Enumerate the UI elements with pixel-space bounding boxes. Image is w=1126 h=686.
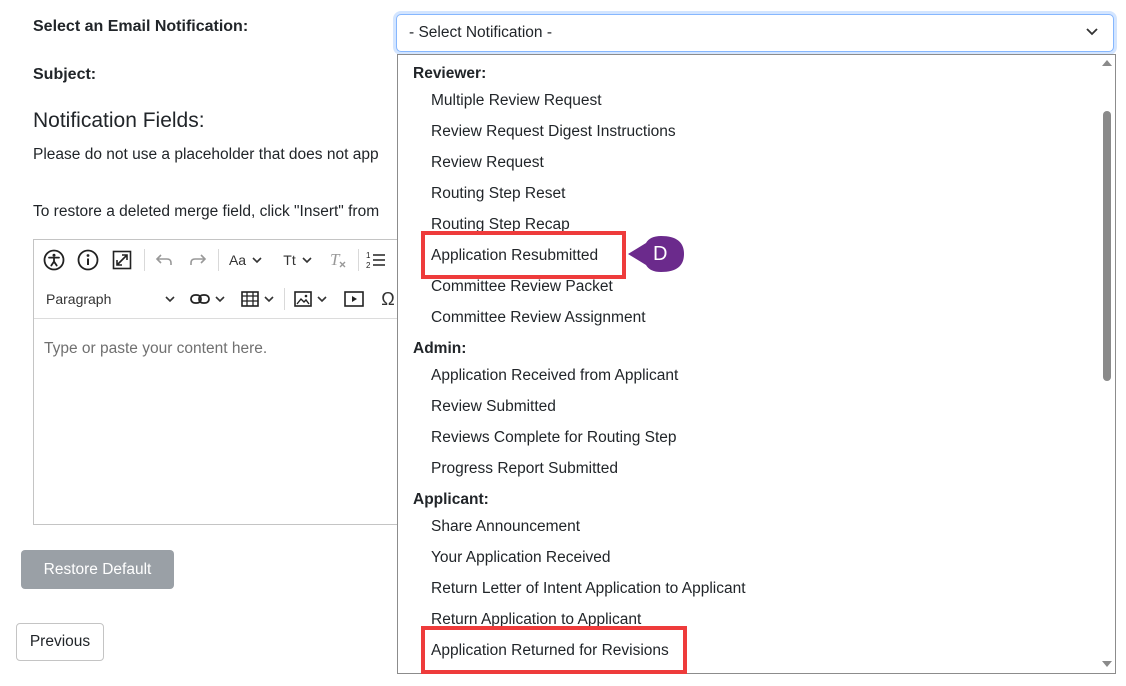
restore-note: To restore a deleted merge field, click … [33, 203, 380, 220]
option-reviews-complete-for-routing-step[interactable]: Reviews Complete for Routing Step [431, 429, 677, 447]
notification-select[interactable]: - Select Notification - [396, 14, 1114, 52]
highlight-application-returned-for-revisions [421, 626, 687, 674]
svg-text:1: 1 [366, 251, 371, 260]
numbered-list-icon[interactable]: 12 [364, 248, 388, 272]
select-value: - Select Notification - [409, 24, 552, 41]
subject-label: Subject: [33, 66, 97, 83]
undo-icon[interactable] [152, 248, 176, 272]
select-notification-label: Select an Email Notification: [33, 18, 249, 35]
option-multiple-review-request[interactable]: Multiple Review Request [431, 92, 602, 110]
option-return-letter-of-intent-application[interactable]: Return Letter of Intent Application to A… [431, 580, 746, 598]
notification-fields-title: Notification Fields: [33, 109, 205, 132]
chevron-down-icon [165, 296, 175, 303]
accessibility-icon[interactable] [42, 248, 66, 272]
optgroup-reviewer: Reviewer: [413, 65, 487, 82]
highlight-application-resubmitted [421, 231, 626, 279]
option-review-request[interactable]: Review Request [431, 154, 544, 172]
option-committee-review-packet[interactable]: Committee Review Packet [431, 278, 613, 296]
rich-text-editor: Aa Tt T 12 Paragraph Ω Type or paste you… [33, 239, 415, 525]
previous-button[interactable]: Previous [16, 623, 104, 661]
notification-dropdown-list[interactable]: Reviewer: Multiple Review Request Review… [397, 54, 1116, 674]
table-dropdown[interactable] [238, 287, 278, 311]
chevron-down-icon [1086, 28, 1098, 36]
option-review-request-digest-instructions[interactable]: Review Request Digest Instructions [431, 123, 676, 141]
info-icon[interactable] [76, 248, 100, 272]
fullscreen-icon[interactable] [110, 248, 134, 272]
table-icon [241, 291, 259, 307]
callout-marker: D [626, 235, 686, 273]
paragraph-style-label: Paragraph [46, 291, 112, 307]
dropdown-scrollbar[interactable] [1098, 55, 1115, 673]
redo-icon[interactable] [186, 248, 210, 272]
image-dropdown[interactable] [290, 287, 332, 311]
image-icon [294, 291, 312, 307]
chevron-down-icon [252, 257, 262, 264]
restore-default-button[interactable]: Restore Default [21, 550, 174, 589]
chevron-down-icon [264, 296, 274, 303]
svg-text:T: T [330, 250, 341, 269]
scroll-up-arrow-icon[interactable] [1101, 58, 1113, 67]
editor-toolbar: Aa Tt T 12 Paragraph Ω [34, 240, 414, 319]
text-transform-dropdown[interactable]: Tt [278, 248, 318, 272]
callout-letter: D [653, 243, 668, 265]
option-application-received-from-applicant[interactable]: Application Received from Applicant [431, 367, 678, 385]
chevron-down-icon [302, 257, 312, 264]
scroll-down-arrow-icon[interactable] [1101, 660, 1113, 669]
option-committee-review-assignment[interactable]: Committee Review Assignment [431, 309, 646, 327]
option-progress-report-submitted[interactable]: Progress Report Submitted [431, 460, 618, 478]
option-routing-step-reset[interactable]: Routing Step Reset [431, 185, 565, 203]
option-share-announcement[interactable]: Share Announcement [431, 518, 580, 536]
optgroup-admin: Admin: [413, 340, 467, 357]
editor-placeholder[interactable]: Type or paste your content here. [44, 340, 267, 358]
font-size-label: Aa [228, 252, 247, 268]
font-size-dropdown[interactable]: Aa [226, 248, 266, 272]
remove-format-icon[interactable]: T [326, 248, 350, 272]
svg-text:2: 2 [366, 261, 371, 270]
chevron-down-icon [317, 296, 327, 303]
link-icon [190, 294, 210, 304]
paragraph-style-dropdown[interactable]: Paragraph [46, 288, 176, 310]
placeholder-note: Please do not use a placeholder that doe… [33, 146, 379, 163]
text-transform-label: Tt [283, 252, 296, 268]
option-review-submitted[interactable]: Review Submitted [431, 398, 556, 416]
link-dropdown[interactable] [188, 287, 228, 311]
optgroup-applicant: Applicant: [413, 491, 489, 508]
scrollbar-thumb[interactable] [1103, 111, 1111, 381]
media-embed-icon[interactable] [342, 287, 366, 311]
chevron-down-icon [215, 296, 225, 303]
option-your-application-received[interactable]: Your Application Received [431, 549, 611, 567]
